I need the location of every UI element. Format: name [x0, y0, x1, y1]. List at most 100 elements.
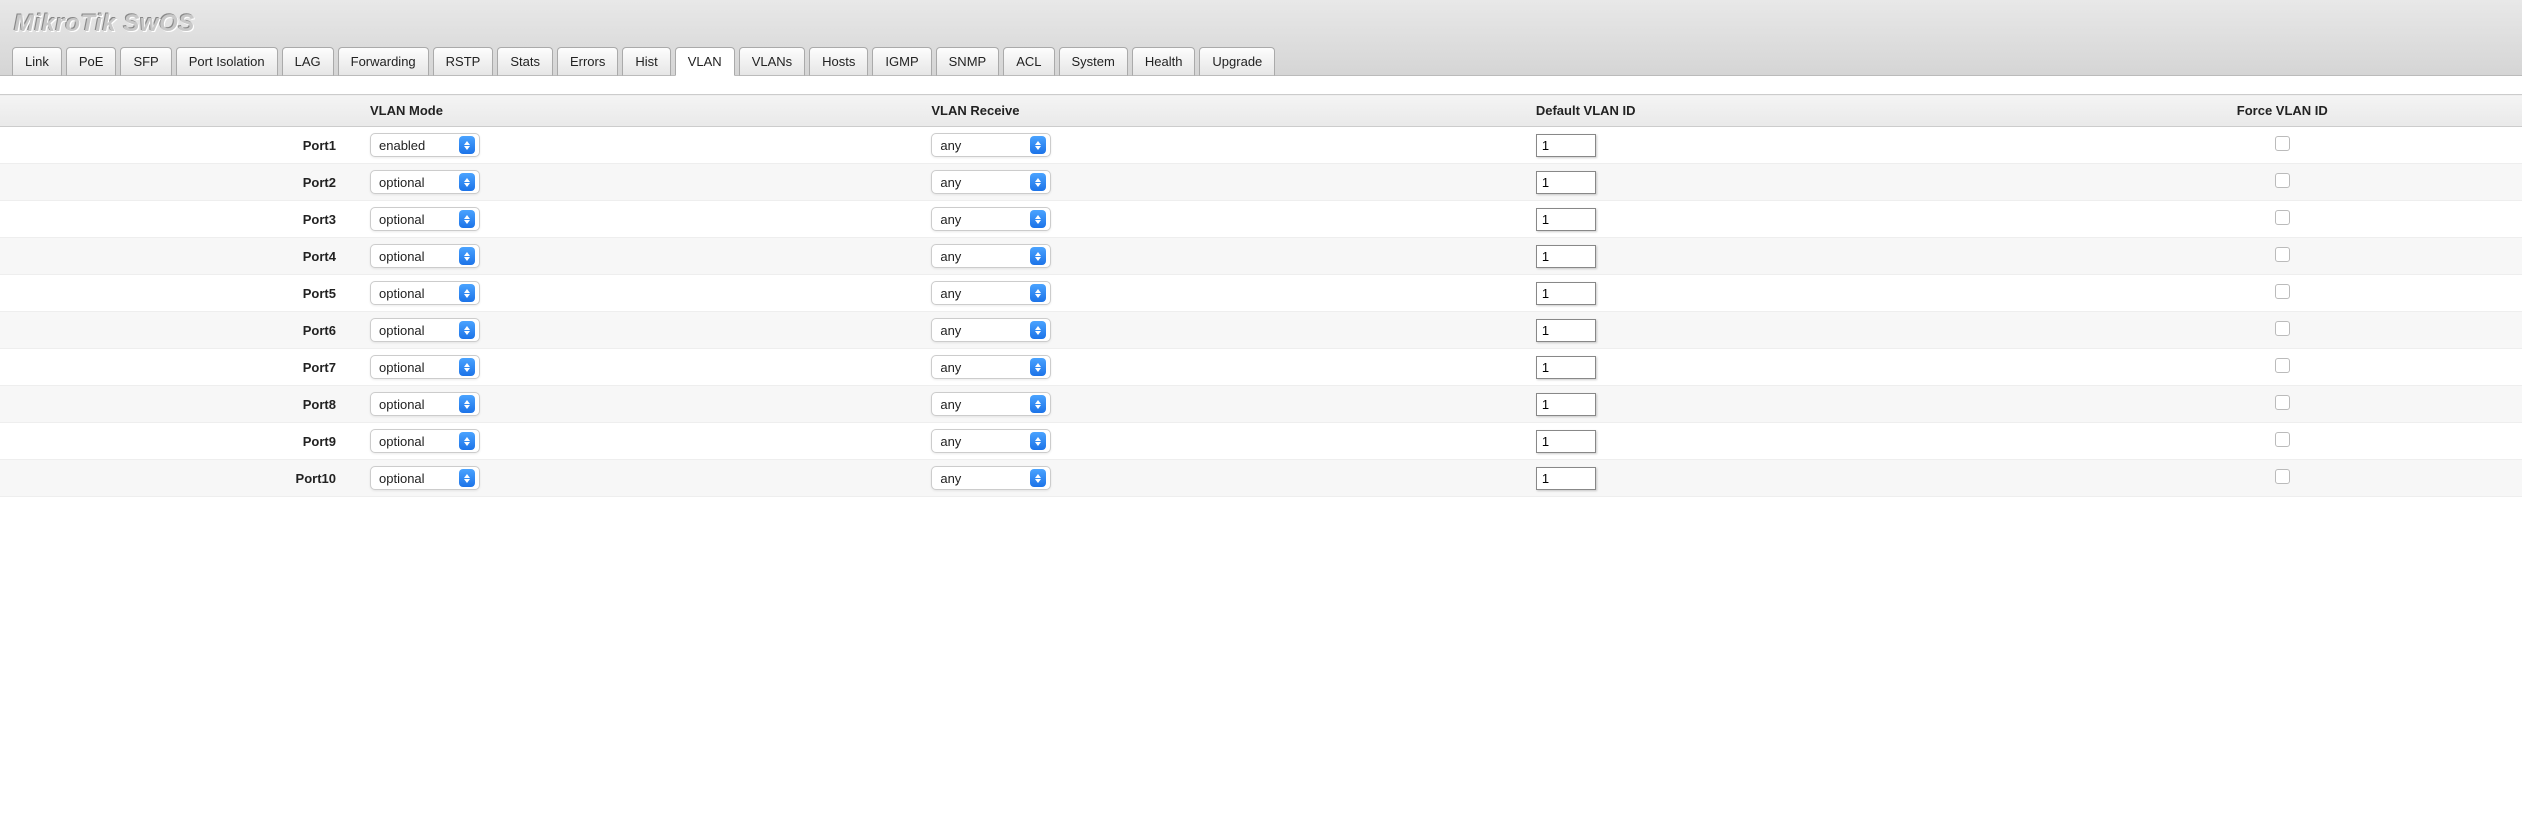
default-vlan-id-input[interactable]: [1536, 430, 1596, 453]
vlan-receive-select[interactable]: any: [931, 170, 1051, 194]
force-vlan-id-checkbox[interactable]: [2275, 284, 2290, 299]
force-vlan-id-checkbox[interactable]: [2275, 395, 2290, 410]
port-label: Port9: [0, 423, 360, 460]
default-vlan-id-input[interactable]: [1536, 467, 1596, 490]
vlan-receive-select[interactable]: any: [931, 281, 1051, 305]
tab-hosts[interactable]: Hosts: [809, 47, 868, 76]
vlan-mode-select[interactable]: optional: [370, 207, 480, 231]
updown-icon: [1030, 395, 1046, 413]
port-label: Port5: [0, 275, 360, 312]
default-vlan-id-input[interactable]: [1536, 393, 1596, 416]
tab-rstp[interactable]: RSTP: [433, 47, 494, 76]
vlan-mode-select[interactable]: optional: [370, 355, 480, 379]
tab-forwarding[interactable]: Forwarding: [338, 47, 429, 76]
tab-snmp[interactable]: SNMP: [936, 47, 1000, 76]
table-row: Port3 optional any: [0, 201, 2522, 238]
vlan-mode-select[interactable]: optional: [370, 244, 480, 268]
vlan-receive-select[interactable]: any: [931, 318, 1051, 342]
force-vlan-id-cell: [2043, 386, 2522, 423]
default-vlan-id-cell: [1526, 164, 2043, 201]
vlan-receive-select[interactable]: any: [931, 392, 1051, 416]
table-row: Port8optionalany: [0, 386, 2522, 423]
force-vlan-id-checkbox[interactable]: [2275, 469, 2290, 484]
tab-port-isolation[interactable]: Port Isolation: [176, 47, 278, 76]
vlan-mode-value: optional: [379, 434, 453, 449]
default-vlan-id-cell: [1526, 460, 2043, 497]
tab-upgrade[interactable]: Upgrade: [1199, 47, 1275, 76]
tab-system[interactable]: System: [1059, 47, 1128, 76]
tab-link[interactable]: Link: [12, 47, 62, 76]
vlan-receive-select[interactable]: any: [931, 207, 1051, 231]
updown-icon: [1030, 173, 1046, 191]
tab-hist[interactable]: Hist: [622, 47, 670, 76]
vlan-mode-select[interactable]: enabled: [370, 133, 480, 157]
vlan-mode-value: optional: [379, 212, 453, 227]
default-vlan-id-input[interactable]: [1536, 134, 1596, 157]
force-vlan-id-checkbox[interactable]: [2275, 432, 2290, 447]
tab-acl[interactable]: ACL: [1003, 47, 1054, 76]
tab-sfp[interactable]: SFP: [120, 47, 171, 76]
vlan-receive-select[interactable]: any: [931, 429, 1051, 453]
vlan-receive-select[interactable]: any: [931, 466, 1051, 490]
vlan-content: VLAN Mode VLAN Receive Default VLAN ID F…: [0, 76, 2522, 497]
force-vlan-id-checkbox[interactable]: [2275, 358, 2290, 373]
force-vlan-id-cell: [2043, 423, 2522, 460]
port-label: Port10: [0, 460, 360, 497]
col-vlan-mode: VLAN Mode: [360, 95, 921, 127]
vlan-receive-value: any: [940, 138, 1024, 153]
updown-icon: [459, 136, 475, 154]
default-vlan-id-input[interactable]: [1536, 319, 1596, 342]
table-row: Port9 optional any: [0, 423, 2522, 460]
default-vlan-id-cell: [1526, 349, 2043, 386]
vlan-mode-select[interactable]: optional: [370, 429, 480, 453]
vlan-mode-select[interactable]: optional: [370, 466, 480, 490]
vlan-mode-cell: optional: [360, 201, 921, 238]
table-row: Port7optionalany: [0, 349, 2522, 386]
force-vlan-id-checkbox[interactable]: [2275, 210, 2290, 225]
tab-lag[interactable]: LAG: [282, 47, 334, 76]
col-port: [0, 95, 360, 127]
updown-icon: [1030, 136, 1046, 154]
tab-vlan[interactable]: VLAN: [675, 47, 735, 76]
default-vlan-id-cell: [1526, 423, 2043, 460]
default-vlan-id-input[interactable]: [1536, 208, 1596, 231]
updown-icon: [459, 321, 475, 339]
vlan-mode-select[interactable]: optional: [370, 281, 480, 305]
force-vlan-id-checkbox[interactable]: [2275, 173, 2290, 188]
tab-igmp[interactable]: IGMP: [872, 47, 931, 76]
default-vlan-id-input[interactable]: [1536, 171, 1596, 194]
vlan-receive-select[interactable]: any: [931, 244, 1051, 268]
default-vlan-id-cell: [1526, 238, 2043, 275]
default-vlan-id-input[interactable]: [1536, 282, 1596, 305]
port-label: Port3: [0, 201, 360, 238]
vlan-mode-select[interactable]: optional: [370, 392, 480, 416]
vlan-receive-cell: any: [921, 164, 1526, 201]
tab-bar: LinkPoESFPPort IsolationLAGForwardingRST…: [12, 46, 2510, 75]
vlan-mode-select[interactable]: optional: [370, 170, 480, 194]
vlan-mode-value: optional: [379, 175, 453, 190]
vlan-table: VLAN Mode VLAN Receive Default VLAN ID F…: [0, 94, 2522, 497]
tab-poe[interactable]: PoE: [66, 47, 117, 76]
default-vlan-id-cell: [1526, 201, 2043, 238]
vlan-mode-select[interactable]: optional: [370, 318, 480, 342]
tab-health[interactable]: Health: [1132, 47, 1196, 76]
table-row: Port6optionalany: [0, 312, 2522, 349]
default-vlan-id-cell: [1526, 312, 2043, 349]
vlan-receive-select[interactable]: any: [931, 355, 1051, 379]
tab-errors[interactable]: Errors: [557, 47, 618, 76]
table-row: Port4 optional any: [0, 238, 2522, 275]
port-label: Port4: [0, 238, 360, 275]
vlan-receive-select[interactable]: any: [931, 133, 1051, 157]
default-vlan-id-input[interactable]: [1536, 356, 1596, 379]
force-vlan-id-checkbox[interactable]: [2275, 136, 2290, 151]
vlan-mode-cell: optional: [360, 349, 921, 386]
force-vlan-id-checkbox[interactable]: [2275, 321, 2290, 336]
col-force-vlan-id: Force VLAN ID: [2043, 95, 2522, 127]
tab-vlans[interactable]: VLANs: [739, 47, 805, 76]
vlan-mode-cell: optional: [360, 386, 921, 423]
tab-stats[interactable]: Stats: [497, 47, 553, 76]
vlan-receive-value: any: [940, 249, 1024, 264]
force-vlan-id-checkbox[interactable]: [2275, 247, 2290, 262]
default-vlan-id-input[interactable]: [1536, 245, 1596, 268]
vlan-receive-cell: any: [921, 275, 1526, 312]
